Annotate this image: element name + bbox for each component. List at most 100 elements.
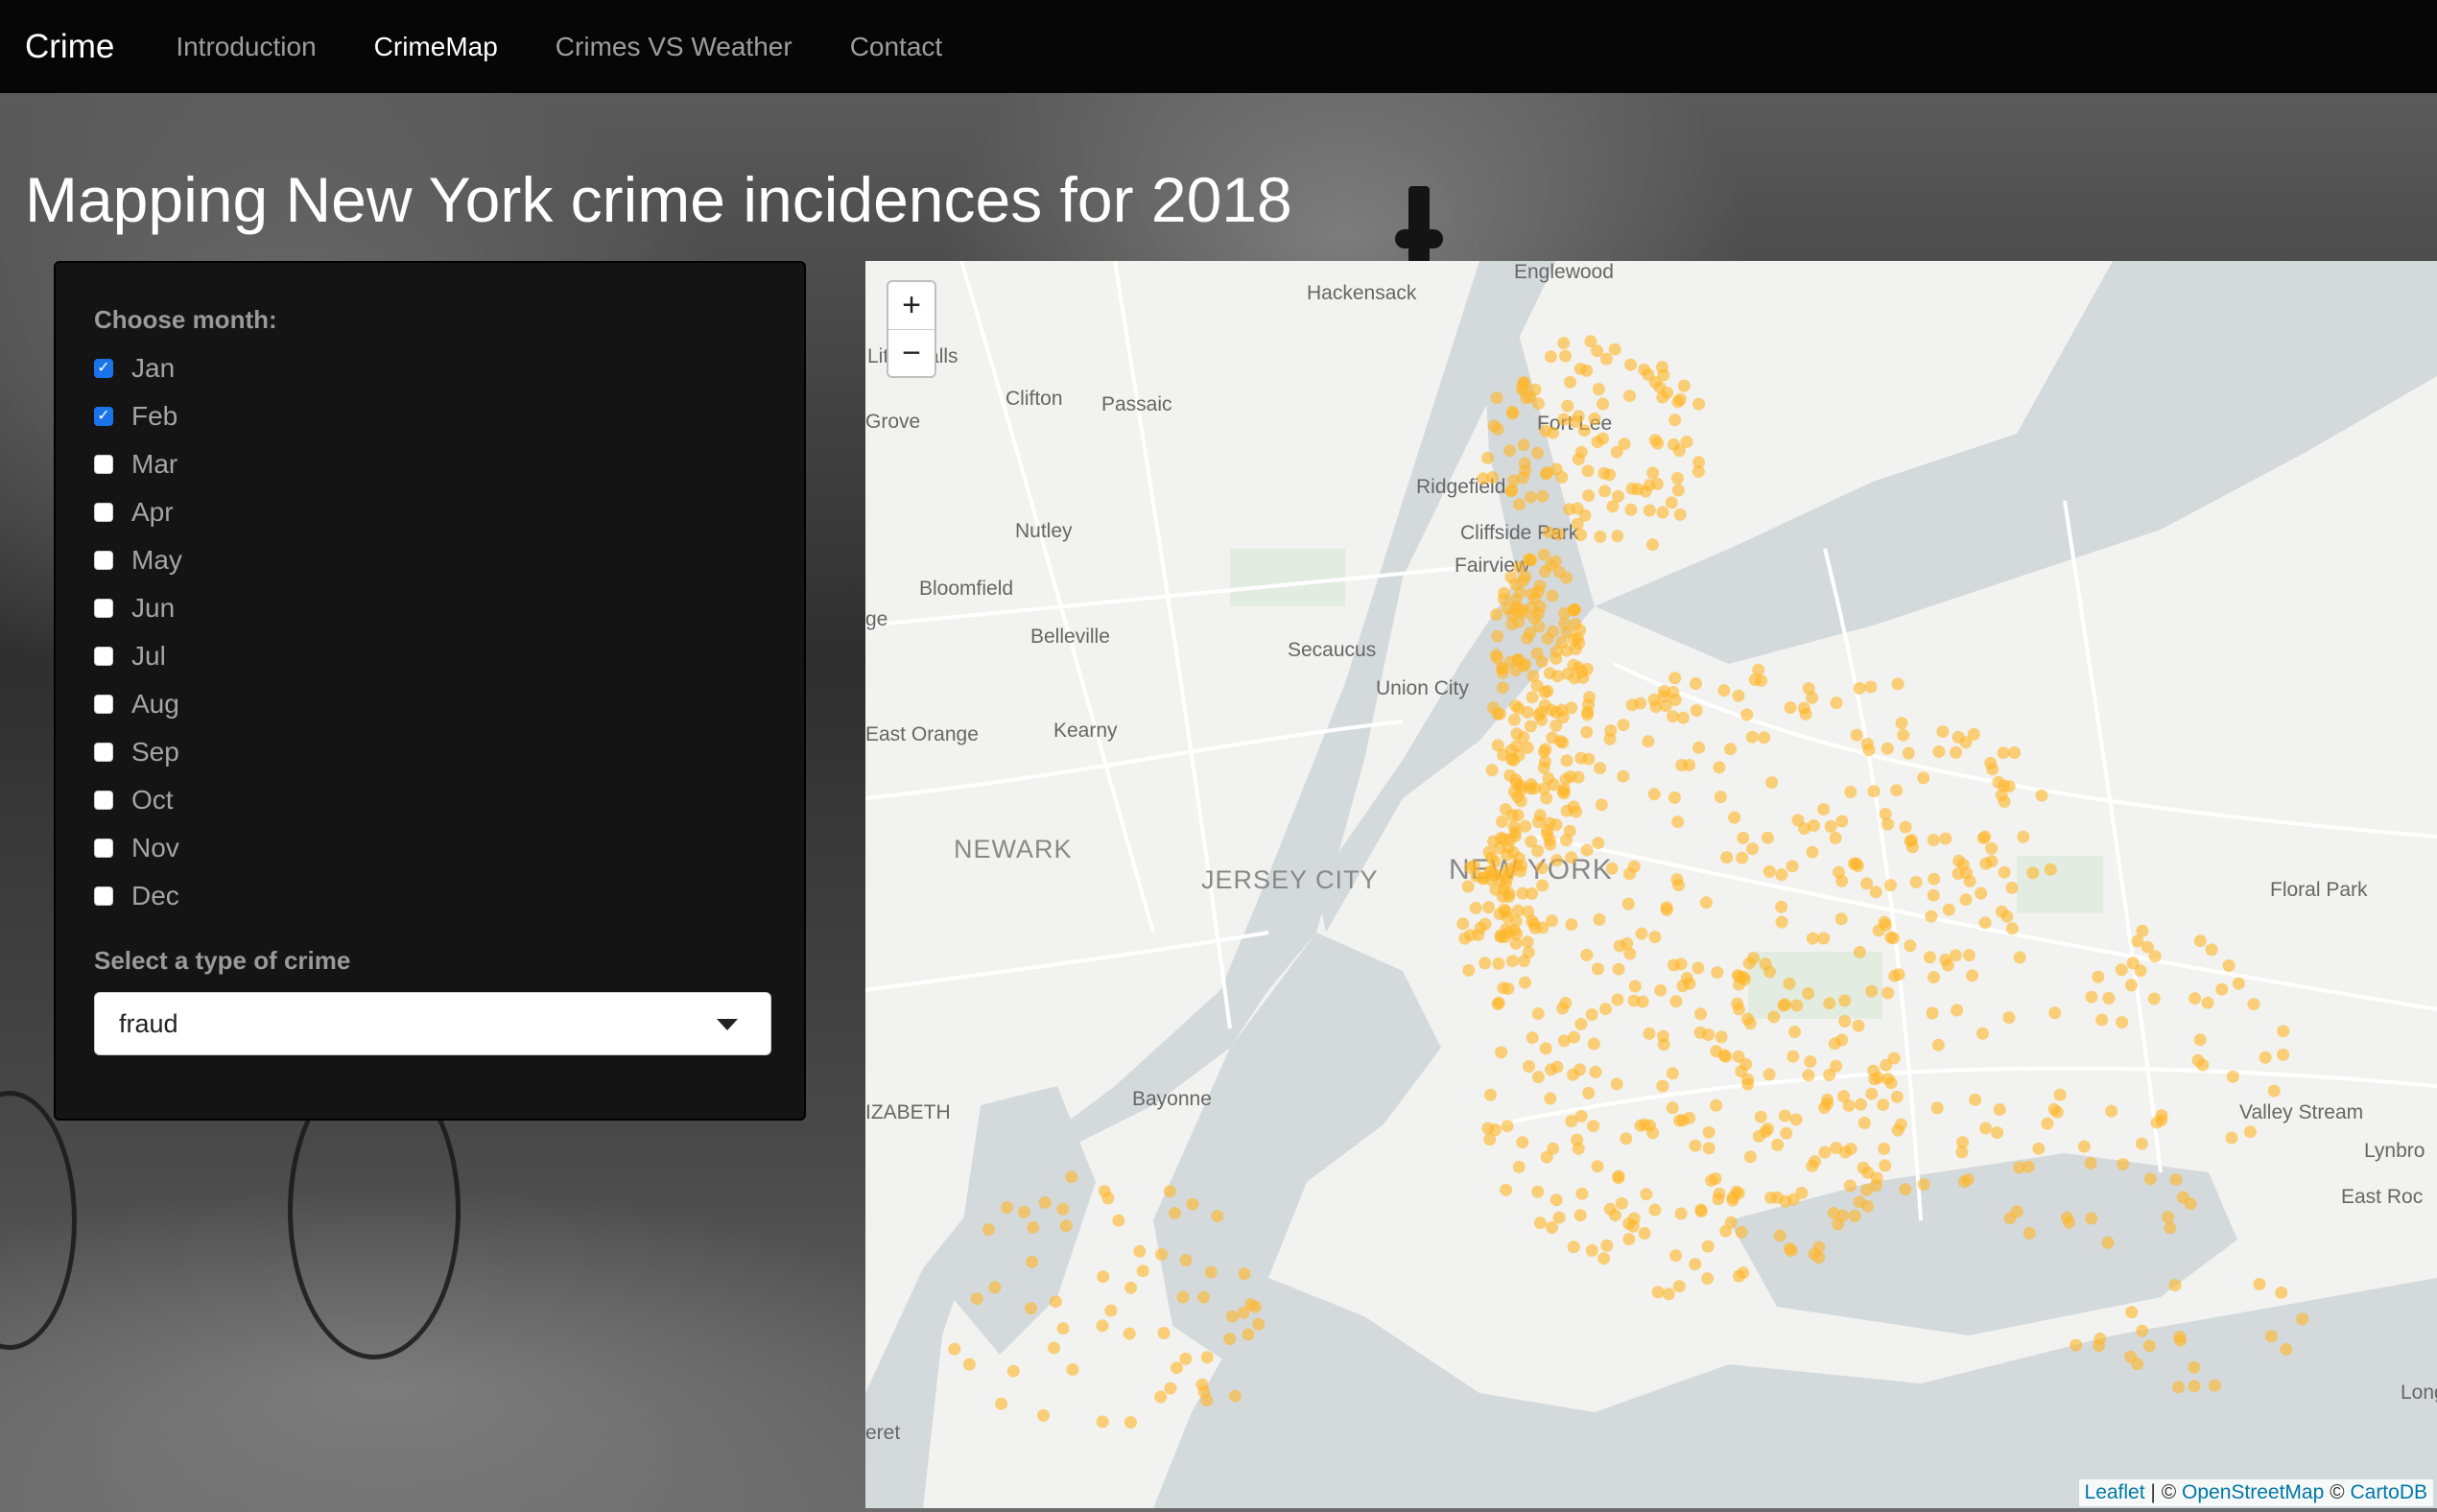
crime-marker — [1925, 910, 1938, 923]
crime-type-select[interactable]: fraud — [94, 992, 771, 1055]
crime-marker — [2209, 1379, 2221, 1392]
crime-marker — [1671, 484, 1685, 497]
crime-marker — [1835, 815, 1849, 828]
crime-type-label: Select a type of crime — [94, 946, 351, 975]
month-option-sep[interactable]: Sep — [94, 733, 179, 771]
crime-marker — [1554, 735, 1567, 748]
crime-marker — [1778, 1109, 1791, 1122]
crime-marker — [1628, 980, 1642, 993]
crime-marker — [1668, 413, 1682, 427]
crime-marker — [1528, 383, 1542, 396]
crime-marker — [1567, 1068, 1579, 1081]
crime-marker — [2225, 1131, 2238, 1145]
month-checkbox[interactable] — [94, 503, 113, 522]
crime-marker — [2135, 1137, 2148, 1150]
crime-marker — [1713, 761, 1726, 774]
crime-marker — [1592, 837, 1605, 850]
crime-marker — [1594, 531, 1607, 543]
crime-marker — [1612, 962, 1625, 976]
crime-marker — [1539, 424, 1552, 437]
crime-marker — [1495, 1046, 1508, 1059]
crime-marker — [1565, 851, 1578, 864]
crime-marker — [1550, 645, 1563, 658]
crime-marker — [1496, 666, 1509, 679]
crime-marker — [1788, 1026, 1801, 1038]
crime-map[interactable]: Hackensack Englewood Little Falls Clifto… — [865, 261, 2437, 1508]
crime-marker — [1612, 1169, 1625, 1183]
zoom-out-button[interactable]: − — [888, 329, 935, 377]
month-checkbox[interactable] — [94, 647, 113, 666]
crime-marker — [1549, 555, 1562, 568]
crime-marker — [1225, 1310, 1239, 1323]
month-option-jun[interactable]: Jun — [94, 589, 175, 627]
carto-link[interactable]: CartoDB — [2350, 1481, 2427, 1503]
crime-marker — [1997, 779, 2010, 792]
crime-marker — [1950, 745, 1962, 759]
month-option-oct[interactable]: Oct — [94, 781, 174, 819]
osm-link[interactable]: OpenStreetMap — [2182, 1481, 2324, 1503]
crime-marker — [2172, 1381, 2185, 1394]
month-checkbox[interactable] — [94, 791, 113, 810]
nav-contact[interactable]: Contact — [850, 32, 943, 62]
month-option-aug[interactable]: Aug — [94, 685, 179, 723]
crime-marker — [1830, 697, 1843, 710]
month-option-mar[interactable]: Mar — [94, 445, 177, 484]
crime-marker — [2162, 1211, 2175, 1223]
month-option-label: Jul — [131, 641, 166, 671]
month-option-may[interactable]: May — [94, 541, 182, 579]
crime-marker — [1835, 874, 1849, 887]
crime-marker — [1728, 811, 1741, 824]
month-checkbox[interactable] — [94, 839, 113, 858]
crime-marker — [1864, 680, 1878, 694]
month-checkbox[interactable] — [94, 599, 113, 618]
crime-marker — [1824, 819, 1837, 833]
month-option-apr[interactable]: Apr — [94, 493, 174, 532]
crime-marker — [1732, 689, 1745, 702]
crime-marker — [1848, 1210, 1861, 1222]
crime-marker — [1648, 1203, 1662, 1217]
month-option-jul[interactable]: Jul — [94, 637, 166, 675]
crime-marker — [2085, 990, 2098, 1004]
crime-marker — [1538, 565, 1551, 579]
crime-marker — [1634, 1119, 1647, 1132]
crime-marker — [1547, 625, 1559, 638]
crime-marker — [2035, 789, 2048, 802]
crime-marker — [1536, 921, 1550, 934]
month-checkbox[interactable] — [94, 551, 113, 570]
month-option-jan[interactable]: ✓ Jan — [94, 349, 175, 388]
month-checkbox[interactable]: ✓ — [94, 407, 113, 426]
crime-marker — [1535, 862, 1549, 875]
month-checkbox[interactable]: ✓ — [94, 359, 113, 378]
month-checkbox[interactable] — [94, 455, 113, 474]
month-checkbox[interactable] — [94, 695, 113, 714]
crime-marker — [1904, 939, 1917, 953]
crime-marker — [1588, 412, 1601, 425]
crime-marker — [1951, 1004, 1964, 1017]
month-option-feb[interactable]: ✓ Feb — [94, 397, 177, 436]
month-checkbox[interactable] — [94, 743, 113, 762]
crime-marker — [1978, 916, 1992, 930]
nav-crimemap[interactable]: CrimeMap — [374, 32, 498, 62]
crime-marker — [1536, 489, 1550, 503]
crime-marker — [1844, 786, 1857, 798]
month-option-nov[interactable]: Nov — [94, 829, 179, 867]
zoom-in-button[interactable]: + — [888, 282, 935, 329]
crime-marker — [1502, 840, 1515, 854]
crime-marker — [1879, 808, 1892, 820]
crime-marker — [1617, 769, 1630, 783]
crime-marker — [1930, 1101, 1944, 1115]
brand[interactable]: Crime — [25, 28, 114, 66]
crime-marker — [1690, 677, 1702, 690]
crime-marker — [1560, 754, 1573, 768]
month-option-dec[interactable]: Dec — [94, 877, 179, 915]
crime-marker — [1575, 1187, 1589, 1200]
month-checkbox[interactable] — [94, 886, 113, 906]
crime-marker — [1587, 1037, 1600, 1051]
crime-marker — [1531, 397, 1545, 411]
leaflet-link[interactable]: Leaflet — [2085, 1481, 2145, 1503]
nav-crimes-vs-weather[interactable]: Crimes VS Weather — [556, 32, 793, 62]
crime-marker — [1485, 851, 1499, 864]
nav-introduction[interactable]: Introduction — [176, 32, 316, 62]
crime-marker — [2023, 1227, 2036, 1240]
crime-marker — [1838, 994, 1852, 1007]
